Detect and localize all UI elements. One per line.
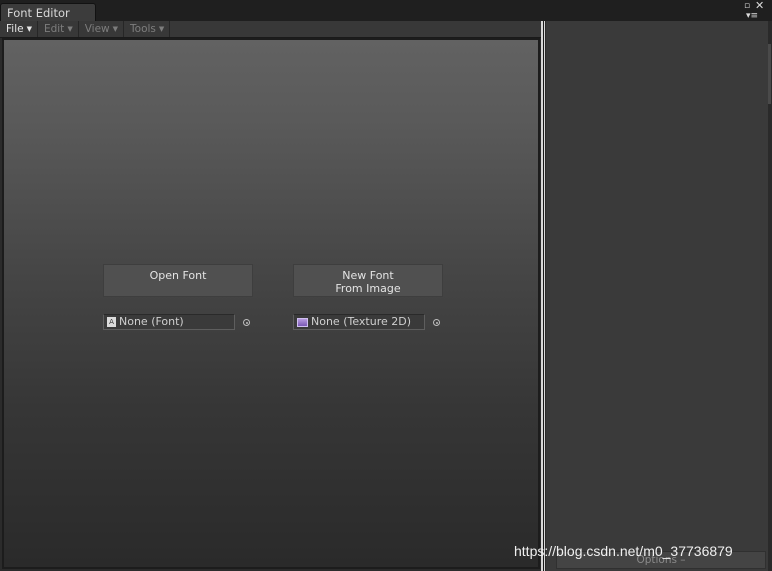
panel-splitter-edge bbox=[544, 21, 545, 571]
texture-asset-icon bbox=[297, 317, 308, 327]
menu-bar: File ▼ Edit ▼ View ▼ Tools ▼ bbox=[0, 21, 541, 38]
menu-tools-label: Tools bbox=[130, 23, 156, 35]
menu-edit[interactable]: Edit ▼ bbox=[38, 21, 79, 37]
new-font-from-image-button[interactable]: New Font From Image bbox=[293, 264, 443, 297]
texture-object-picker-icon[interactable] bbox=[433, 319, 440, 326]
menu-file[interactable]: File ▼ bbox=[0, 21, 38, 37]
new-font-label-line1: New Font bbox=[342, 269, 394, 282]
dropdown-caret-icon: ▼ bbox=[26, 25, 32, 33]
font-object-picker-icon[interactable] bbox=[243, 319, 250, 326]
menu-view-label: View bbox=[84, 23, 110, 35]
title-bar: Font Editor ▫ ✕ ▾≡ bbox=[0, 0, 772, 21]
dropdown-caret-icon: ▼ bbox=[112, 25, 119, 33]
menu-edit-label: Edit bbox=[43, 23, 65, 35]
font-field-value: None (Font) bbox=[119, 315, 184, 328]
inspector-panel bbox=[546, 21, 768, 571]
texture-field-value: None (Texture 2D) bbox=[311, 315, 412, 328]
panel-menu-icon[interactable]: ▾≡ bbox=[746, 12, 758, 21]
menu-view[interactable]: View ▼ bbox=[79, 21, 125, 37]
scrollbar-thumb[interactable] bbox=[768, 44, 771, 104]
watermark-text: https://blog.csdn.net/m0_37736879 bbox=[514, 543, 733, 559]
menu-file-label: File bbox=[6, 23, 24, 35]
dropdown-caret-icon: ▼ bbox=[158, 25, 165, 33]
open-font-label: Open Font bbox=[149, 269, 207, 282]
dropdown-caret-icon: ▼ bbox=[67, 25, 73, 33]
font-asset-icon: A bbox=[107, 317, 116, 327]
font-object-field[interactable]: A None (Font) bbox=[103, 314, 235, 330]
maximize-icon[interactable]: ▫ bbox=[744, 2, 750, 11]
menu-tools[interactable]: Tools ▼ bbox=[124, 21, 171, 37]
new-font-label-line2: From Image bbox=[335, 282, 401, 295]
window-controls: ▫ ✕ ▾≡ bbox=[744, 0, 766, 21]
texture-object-field[interactable]: None (Texture 2D) bbox=[293, 314, 425, 330]
editor-canvas-frame: Open Font New Font From Image A None (Fo… bbox=[2, 38, 540, 569]
tab-font-editor[interactable]: Font Editor bbox=[0, 3, 96, 21]
open-font-button[interactable]: Open Font bbox=[103, 264, 253, 297]
editor-canvas: Open Font New Font From Image A None (Fo… bbox=[4, 40, 538, 567]
close-icon[interactable]: ✕ bbox=[755, 0, 764, 11]
